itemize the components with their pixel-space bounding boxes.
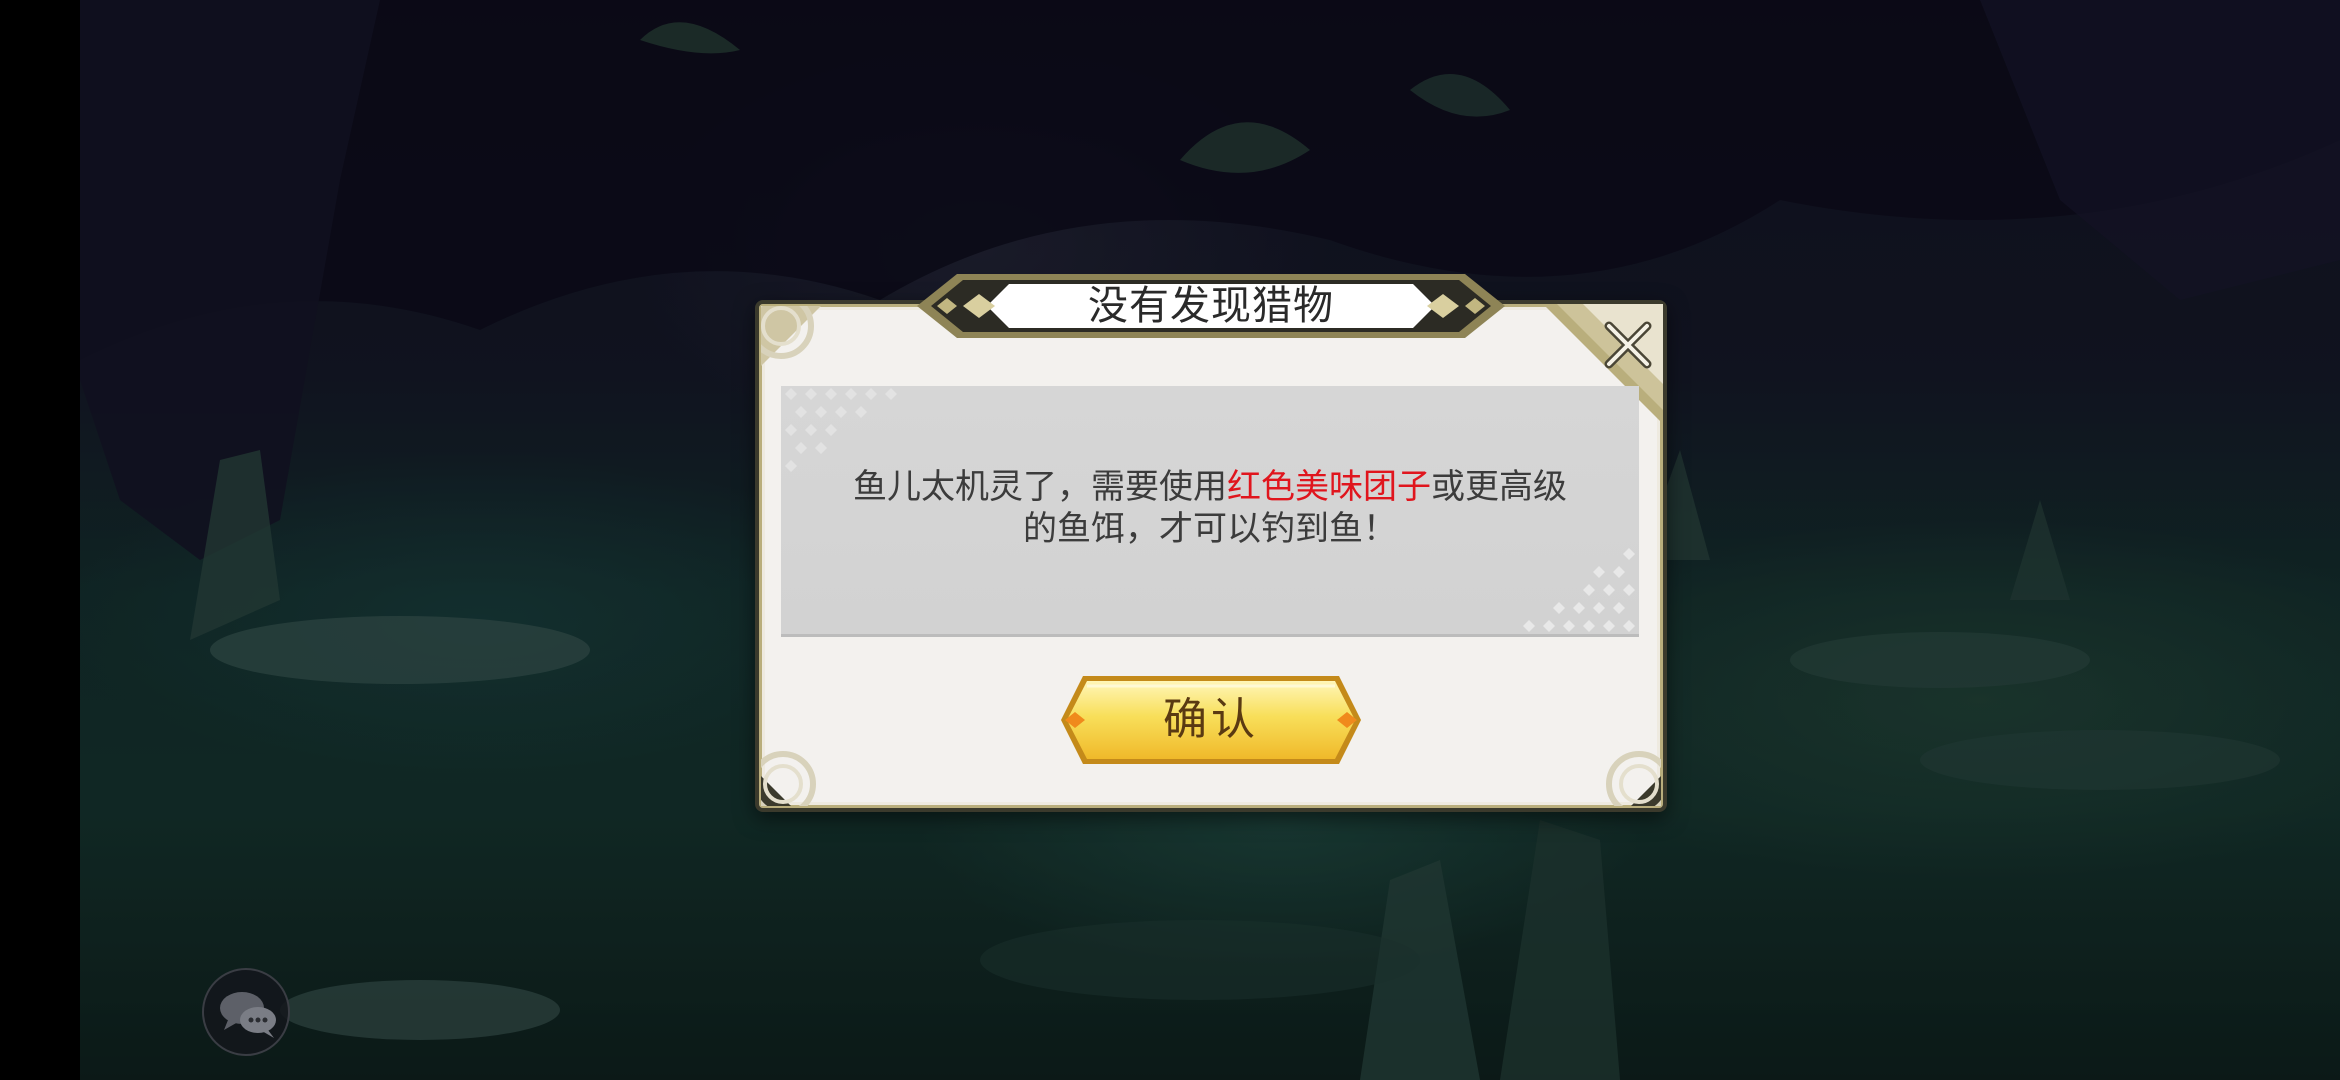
corner-ornament-icon [761, 306, 821, 366]
close-x-icon [1604, 321, 1652, 369]
message-prefix: 鱼儿太机灵了，需要使用 [853, 467, 1227, 507]
game-screen: 没有发现猎物 鱼儿太机灵了，需要使用红色美味团子或更高级的鱼饵，才可以钓到鱼！ … [0, 0, 2340, 1080]
confirm-label: 确认 [1163, 694, 1259, 745]
bait-name-highlight: 红色美味团子 [1227, 467, 1431, 507]
no-prey-dialog: 没有发现猎物 鱼儿太机灵了，需要使用红色美味团子或更高级的鱼饵，才可以钓到鱼！ … [755, 274, 1667, 812]
confirm-button[interactable]: 确认 [1057, 672, 1365, 768]
chat-button[interactable] [202, 968, 290, 1056]
dialog-title: 没有发现猎物 [1088, 283, 1334, 329]
close-button[interactable] [1599, 314, 1659, 374]
corner-ornament-icon [761, 751, 816, 806]
corner-ornament-icon [1606, 751, 1661, 806]
message-panel: 鱼儿太机灵了，需要使用红色美味团子或更高级的鱼饵，才可以钓到鱼！ [781, 386, 1639, 637]
dialog-message: 鱼儿太机灵了，需要使用红色美味团子或更高级的鱼饵，才可以钓到鱼！ [841, 466, 1579, 550]
title-banner: 没有发现猎物 [917, 268, 1505, 344]
chat-bubbles-icon [220, 992, 276, 1038]
